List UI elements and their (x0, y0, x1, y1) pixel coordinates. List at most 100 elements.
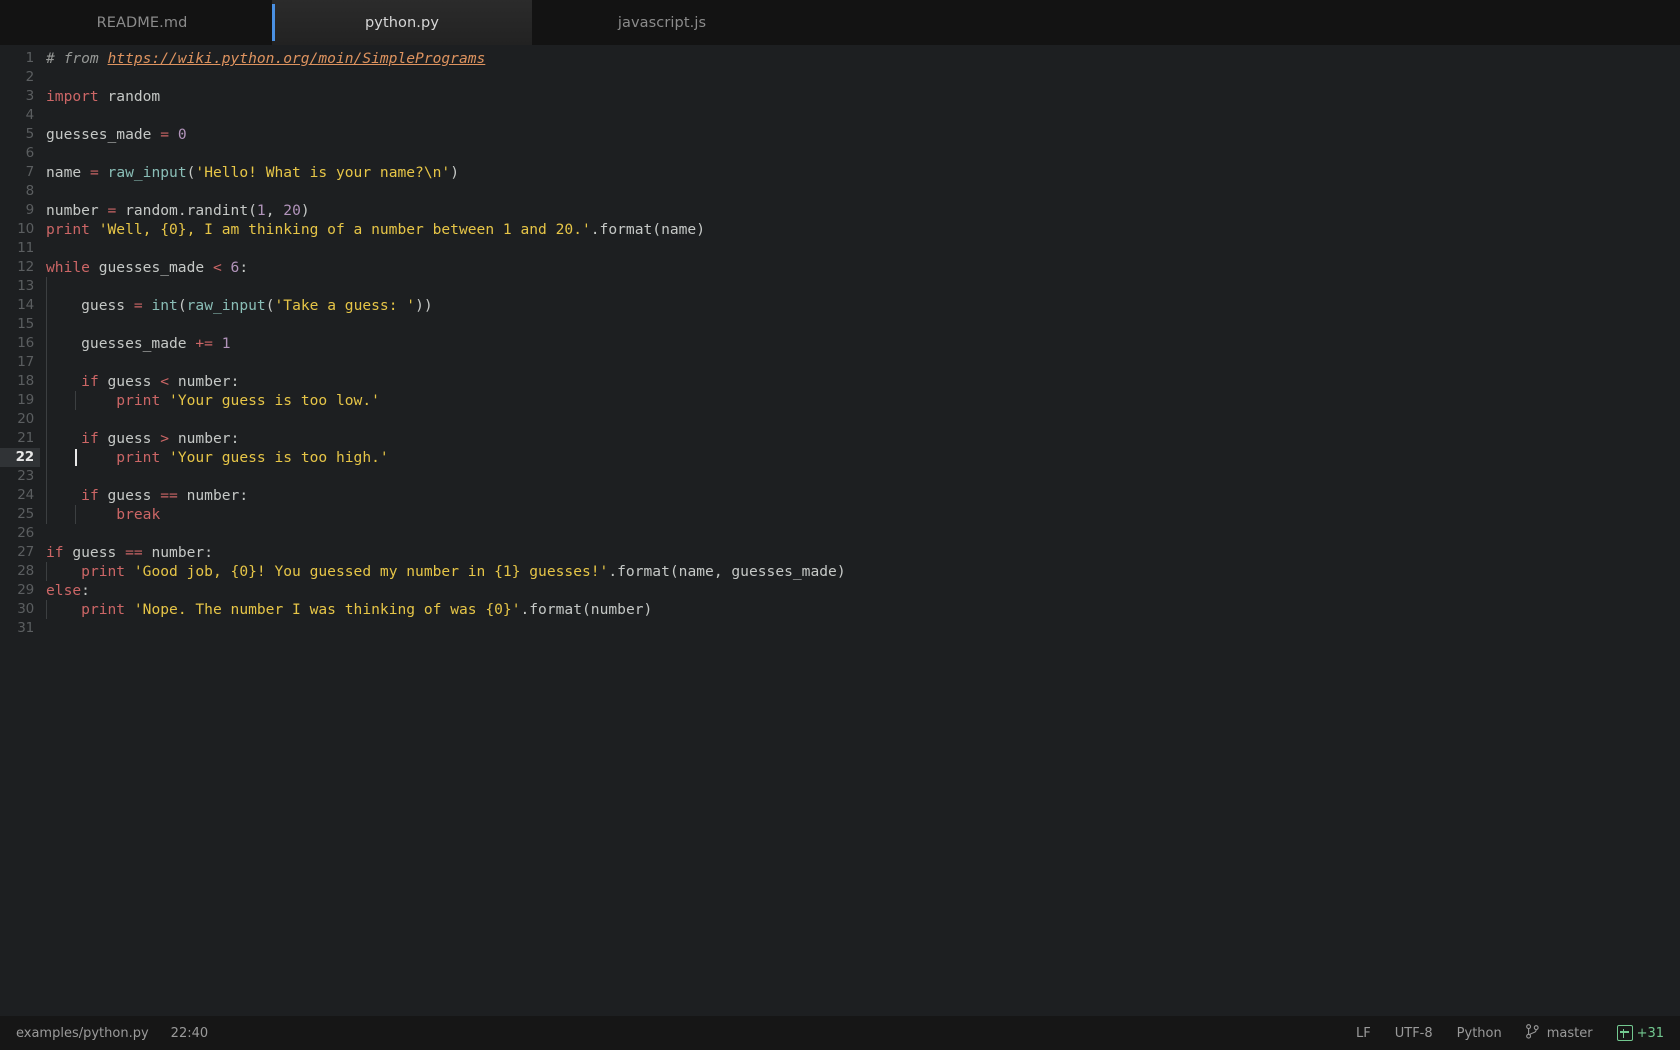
indent-guide (46, 277, 47, 296)
diff-added-count: +31 (1636, 1025, 1664, 1041)
line-content (40, 182, 1680, 201)
line-content: import random (46, 88, 161, 105)
line-content: else: (46, 582, 90, 599)
code-line[interactable]: 21 if guess > number: (0, 429, 1680, 448)
line-content: if guess < number: (40, 372, 1680, 391)
line-number: 8 (0, 182, 40, 201)
line-content: if guess == number: (40, 486, 1680, 505)
code-line[interactable]: 30 print 'Nope. The number I was thinkin… (0, 600, 1680, 619)
line-content: guesses_made = 0 (46, 126, 187, 143)
indent-guide (46, 505, 47, 524)
code-line[interactable]: 4 (0, 106, 1680, 125)
line-content: if guess > number: (40, 429, 1680, 448)
status-bar-left: examples/python.py 22:40 (16, 1026, 208, 1041)
tab-label: python.py (364, 14, 440, 31)
indent-guide (46, 429, 47, 448)
line-content (40, 353, 1680, 372)
indent-guide (46, 486, 47, 505)
line-number: 31 (0, 619, 40, 638)
indent-guide (46, 600, 47, 619)
code-line[interactable]: 8 (0, 182, 1680, 201)
code-line[interactable]: 26 (0, 524, 1680, 543)
code-line[interactable]: 27 if guess == number: (0, 543, 1680, 562)
line-content (40, 239, 1680, 258)
line-number: 25 (0, 505, 40, 524)
line-number: 19 (0, 391, 40, 410)
line-number: 16 (0, 334, 40, 353)
line-number: 10 (0, 220, 40, 239)
code-line[interactable]: 14 guess = int(raw_input('Take a guess: … (0, 296, 1680, 315)
tab-label: javascript.js (617, 14, 707, 31)
line-number: 30 (0, 600, 40, 619)
code-line[interactable]: 13 (0, 277, 1680, 296)
code-line[interactable]: 9 number = random.randint(1, 20) (0, 201, 1680, 220)
code-line[interactable]: 7 name = raw_input('Hello! What is your … (0, 163, 1680, 182)
code-line-active[interactable]: 22 print 'Your guess is too high.' (0, 448, 1680, 467)
line-number: 6 (0, 144, 40, 163)
tab-python[interactable]: python.py (272, 0, 532, 45)
code-line[interactable]: 5 guesses_made = 0 (0, 125, 1680, 144)
git-branch[interactable]: master (1525, 1023, 1593, 1043)
line-content: if guess == number: (46, 544, 213, 561)
tab-readme[interactable]: README.md (12, 0, 272, 45)
code-line[interactable]: 12 while guesses_made < 6: (0, 258, 1680, 277)
line-number: 13 (0, 277, 40, 296)
code-line[interactable]: 10 print 'Well, {0}, I am thinking of a … (0, 220, 1680, 239)
line-content (40, 524, 1680, 543)
code-line[interactable]: 28 print 'Good job, {0}! You guessed my … (0, 562, 1680, 581)
line-number: 7 (0, 163, 40, 182)
line-content: guess = int(raw_input('Take a guess: ')) (46, 296, 433, 315)
git-diff-added[interactable]: +31 (1616, 1025, 1664, 1041)
indent-guide (46, 562, 47, 581)
tab-javascript[interactable]: javascript.js (532, 0, 792, 45)
code-line[interactable]: 6 (0, 144, 1680, 163)
line-number: 12 (0, 258, 40, 277)
language-selector[interactable]: Python (1457, 1026, 1502, 1041)
cursor-position[interactable]: 22:40 (171, 1026, 208, 1041)
line-content (40, 106, 1680, 125)
code-line[interactable]: 19 print 'Your guess is too low.' (0, 391, 1680, 410)
encoding-selector[interactable]: UTF-8 (1395, 1026, 1433, 1041)
code-line[interactable]: 15 (0, 315, 1680, 334)
line-content: # from https://wiki.python.org/moin/Simp… (46, 50, 486, 67)
line-number: 15 (0, 315, 40, 334)
code-line[interactable]: 16 guesses_made += 1 (0, 334, 1680, 353)
line-content: print 'Good job, {0}! You guessed my num… (40, 562, 1680, 581)
code-line[interactable]: 29 else: (0, 581, 1680, 600)
status-bar-right: LF UTF-8 Python master +31 (1356, 1023, 1664, 1043)
line-number: 14 (0, 296, 40, 315)
line-content (40, 315, 1680, 334)
line-number: 4 (0, 106, 40, 125)
code-line[interactable]: 23 (0, 467, 1680, 486)
line-content: number = random.randint(1, 20) (46, 202, 310, 219)
code-line[interactable]: 24 if guess == number: (0, 486, 1680, 505)
line-content (40, 619, 1680, 638)
line-number: 20 (0, 410, 40, 429)
line-content (40, 467, 1680, 486)
line-ending-selector[interactable]: LF (1356, 1026, 1371, 1041)
line-number: 24 (0, 486, 40, 505)
line-content: print 'Nope. The number I was thinking o… (40, 600, 1680, 619)
file-path[interactable]: examples/python.py (16, 1026, 149, 1041)
line-content: while guesses_made < 6: (46, 259, 249, 276)
indent-guide (75, 505, 77, 524)
indent-guide (46, 391, 47, 410)
text-cursor (75, 449, 77, 466)
tab-label: README.md (96, 14, 188, 31)
code-line[interactable]: 11 (0, 239, 1680, 258)
comment-url[interactable]: https://wiki.python.org/moin/SimpleProgr… (108, 50, 486, 67)
line-number: 11 (0, 239, 40, 258)
code-line[interactable]: 31 (0, 619, 1680, 638)
code-editor[interactable]: 1 # from https://wiki.python.org/moin/Si… (0, 45, 1680, 1016)
indent-guide (46, 448, 47, 467)
code-line[interactable]: 25 break (0, 505, 1680, 524)
code-line[interactable]: 3 import random (0, 87, 1680, 106)
line-content: guesses_made += 1 (46, 334, 231, 353)
code-line[interactable]: 2 (0, 68, 1680, 87)
code-line[interactable]: 18 if guess < number: (0, 372, 1680, 391)
code-line[interactable]: 17 (0, 353, 1680, 372)
code-line[interactable]: 1 # from https://wiki.python.org/moin/Si… (0, 49, 1680, 68)
code-line[interactable]: 20 (0, 410, 1680, 429)
line-number: 22 (0, 448, 40, 467)
plus-box-icon (1616, 1025, 1633, 1041)
